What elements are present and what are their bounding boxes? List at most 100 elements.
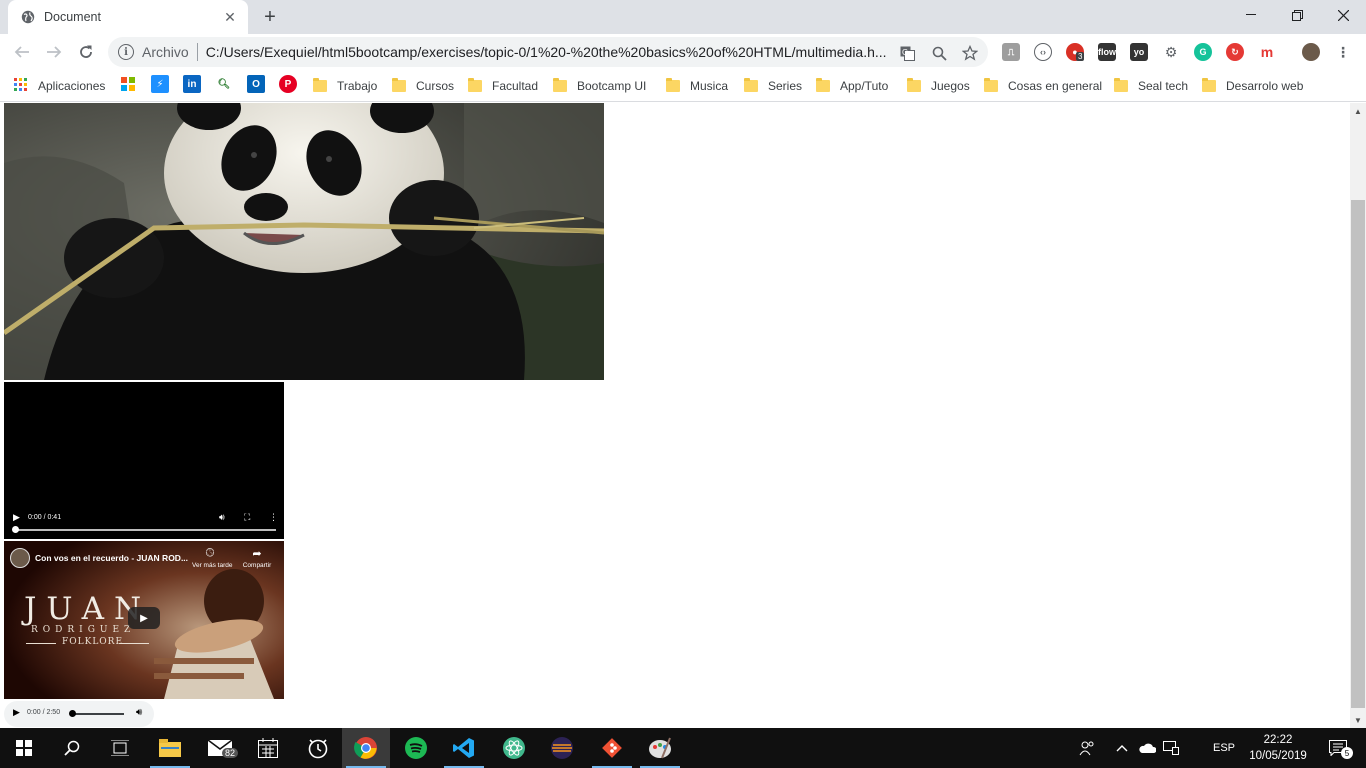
your-extension-icon[interactable]: yo: [1130, 43, 1148, 61]
bookmarks-bar: Aplicaciones ⚡ in 🔍︎ O P Trabajo Cursos …: [0, 70, 1366, 102]
bookmark-folder-4[interactable]: Musica: [666, 76, 728, 96]
taskbar-clock[interactable]: 22:22 10/05/2019: [1248, 732, 1308, 764]
clock-date: 10/05/2019: [1249, 750, 1307, 762]
flow-extension-icon[interactable]: flow: [1098, 43, 1116, 61]
settings-extension-icon[interactable]: ⚙: [1162, 43, 1180, 61]
video-progress-knob[interactable]: [12, 526, 19, 533]
restore-button[interactable]: [1274, 0, 1320, 30]
mendeley-icon[interactable]: m: [1258, 43, 1276, 61]
thumbnail-artist-surname: RODRIGUEZ: [31, 625, 136, 635]
azure-icon[interactable]: ⚡: [151, 75, 169, 93]
code-extension-icon[interactable]: ‹›: [1034, 43, 1052, 61]
task-view-icon[interactable]: [96, 728, 144, 768]
atom-icon[interactable]: [490, 728, 538, 768]
address-url[interactable]: C:/Users/Exequiel/html5bootcamp/exercise…: [206, 44, 886, 60]
audio-player[interactable]: ▶ 0:00 / 2:50 🔊︎: [4, 701, 154, 727]
bookmark-folder-0[interactable]: Trabajo: [313, 76, 377, 96]
forward-button[interactable]: [40, 38, 68, 66]
folder-icon: [392, 78, 406, 92]
bookmark-folder-7[interactable]: Juegos: [907, 76, 970, 96]
youtube-watch-later-button[interactable]: 🕓︎ Ver más tarde: [192, 547, 232, 569]
bookmark-folder-8[interactable]: Cosas en general: [984, 76, 1102, 96]
audio-progress-knob[interactable]: [69, 710, 76, 717]
clock-icon: 🕓︎: [205, 547, 215, 559]
chrome-icon[interactable]: [342, 728, 390, 768]
address-bar[interactable]: i Archivo C:/Users/Exequiel/html5bootcam…: [108, 37, 988, 67]
youtube-channel-avatar[interactable]: [10, 548, 30, 568]
eclipse-icon[interactable]: [538, 728, 586, 768]
apps-bookmark[interactable]: Aplicaciones: [14, 76, 105, 96]
language-indicator[interactable]: ESP: [1204, 728, 1244, 768]
profile-avatar[interactable]: [1302, 43, 1320, 61]
microsoft-icon[interactable]: [119, 75, 137, 93]
search-icon[interactable]: [48, 728, 96, 768]
notifications-icon[interactable]: 5: [1318, 728, 1358, 768]
mail-badge: 82: [222, 748, 239, 758]
youtube-embed[interactable]: Con vos en el recuerdo - JUAN ROD... 🕓︎ …: [4, 541, 284, 699]
audio-progress-bar[interactable]: [72, 713, 124, 715]
bookmark-folder-5[interactable]: Series: [744, 76, 802, 96]
bookmark-folder-6[interactable]: App/Tuto: [816, 76, 888, 96]
reload-button[interactable]: [72, 38, 100, 66]
people-icon[interactable]: [1074, 728, 1100, 768]
bookmark-folder-9[interactable]: Seal tech: [1114, 76, 1188, 96]
mail-icon[interactable]: 82: [196, 728, 244, 768]
search-engine-icon[interactable]: 🔍︎: [215, 75, 233, 93]
pdf-extension-icon[interactable]: ⎍: [1002, 43, 1020, 61]
spotify-icon[interactable]: [392, 728, 440, 768]
address-separator: [196, 43, 198, 61]
lastpass-icon[interactable]: ↻: [1226, 43, 1244, 61]
network-icon[interactable]: [1160, 728, 1182, 768]
scroll-down-arrow[interactable]: ▼: [1350, 712, 1366, 728]
calendar-icon[interactable]: [244, 728, 292, 768]
bookmark-folder-10[interactable]: Desarrolo web: [1202, 76, 1303, 96]
address-scheme-label: Archivo: [142, 44, 189, 60]
new-tab-button[interactable]: +: [258, 6, 282, 28]
bookmark-folder-3[interactable]: Bootcamp UI: [553, 76, 646, 96]
close-window-button[interactable]: [1320, 0, 1366, 30]
bookmark-folder-1[interactable]: Cursos: [392, 76, 454, 96]
bookmark-label: Juegos: [931, 79, 970, 93]
translate-icon[interactable]: G: [898, 44, 916, 62]
folder-icon: [313, 78, 327, 92]
folder-icon: [1114, 78, 1128, 92]
browser-tab[interactable]: Document ✕: [8, 0, 248, 34]
linkedin-icon[interactable]: in: [183, 75, 201, 93]
folder-icon: [468, 78, 482, 92]
close-tab-icon[interactable]: ✕: [222, 9, 238, 25]
outlook-icon[interactable]: O: [247, 75, 265, 93]
minimize-button[interactable]: [1228, 0, 1274, 30]
bookmark-star-icon[interactable]: [961, 44, 979, 62]
scroll-thumb[interactable]: [1351, 200, 1365, 708]
video-volume-icon[interactable]: 🔊︎: [219, 512, 225, 523]
back-button[interactable]: [8, 38, 36, 66]
youtube-video-title[interactable]: Con vos en el recuerdo - JUAN ROD...: [35, 553, 188, 563]
info-icon[interactable]: i: [118, 44, 134, 60]
vscode-icon[interactable]: [440, 728, 488, 768]
tab-strip: Document ✕ +: [0, 0, 1366, 34]
scroll-up-arrow[interactable]: ▲: [1350, 103, 1366, 119]
video-player[interactable]: ▶ 0:00 / 0:41 🔊︎ ⛶ ⋮: [4, 382, 284, 539]
youtube-share-button[interactable]: ➦ Compartir: [239, 547, 275, 569]
page-scrollbar[interactable]: ▲ ▼: [1350, 103, 1366, 728]
audio-play-icon[interactable]: ▶: [13, 707, 20, 718]
pinterest-icon[interactable]: P: [279, 75, 297, 93]
zoom-icon[interactable]: [930, 44, 948, 62]
apps-label: Aplicaciones: [38, 79, 106, 93]
paint-icon[interactable]: [636, 728, 684, 768]
start-button[interactable]: [0, 728, 48, 768]
menu-icon[interactable]: ⋮: [1334, 43, 1352, 61]
git-icon[interactable]: [588, 728, 636, 768]
video-play-icon[interactable]: ▶: [13, 512, 20, 523]
video-fullscreen-icon[interactable]: ⛶: [244, 512, 250, 523]
bookmark-folder-2[interactable]: Facultad: [468, 76, 538, 96]
audio-volume-icon[interactable]: 🔊︎: [136, 707, 142, 718]
file-explorer-icon[interactable]: [146, 728, 194, 768]
youtube-play-button[interactable]: ▶: [128, 607, 160, 629]
grammarly-icon[interactable]: G: [1194, 43, 1212, 61]
show-hidden-icons-chevron[interactable]: [1112, 728, 1132, 768]
video-more-icon[interactable]: ⋮: [269, 512, 278, 523]
onedrive-icon[interactable]: [1136, 728, 1158, 768]
alarm-clock-icon[interactable]: [294, 728, 342, 768]
video-progress-bar[interactable]: [14, 529, 276, 531]
